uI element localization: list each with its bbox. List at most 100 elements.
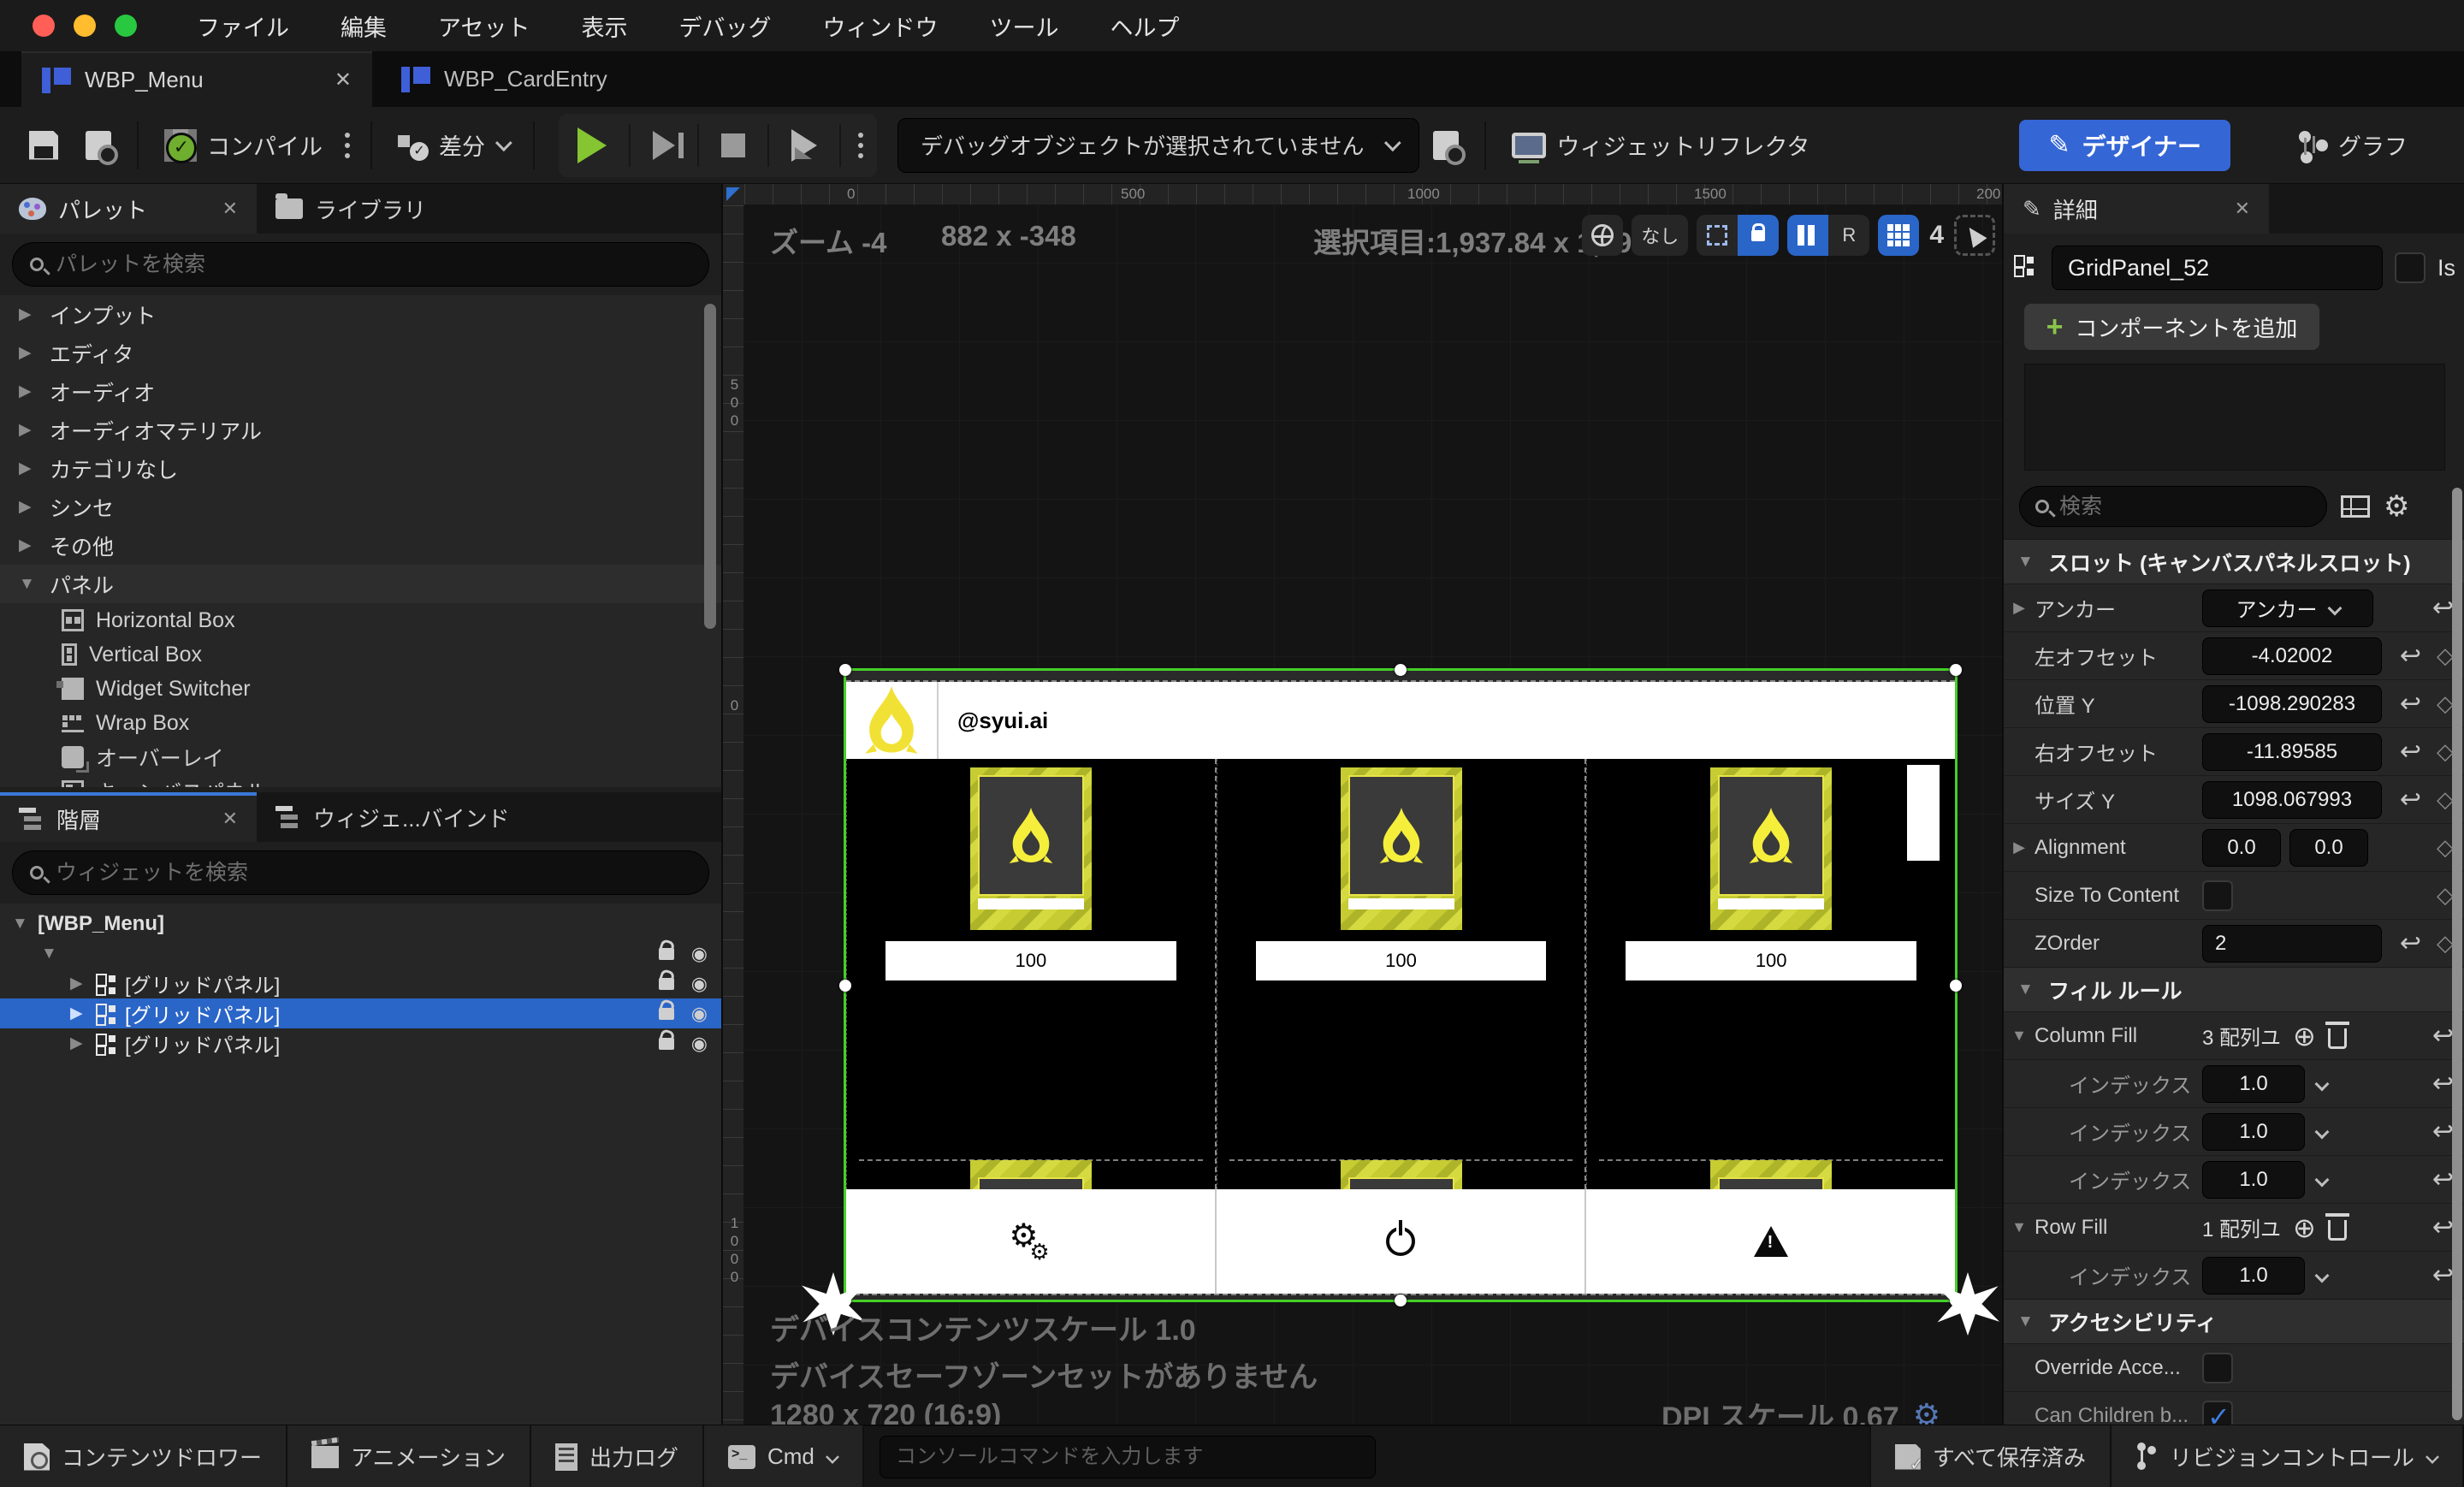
play-button[interactable] xyxy=(564,116,620,175)
reset-icon[interactable]: ↩ xyxy=(2432,1117,2454,1146)
bind-diamond-icon[interactable]: ◇ xyxy=(2437,834,2454,861)
bind-diamond-icon[interactable]: ◇ xyxy=(2437,930,2454,957)
add-element-icon[interactable]: ⊕ xyxy=(2293,1020,2316,1052)
palette-item-widget-switcher[interactable]: Widget Switcher xyxy=(0,672,721,706)
reset-icon[interactable]: ↩ xyxy=(2432,593,2454,623)
details-search-input[interactable] xyxy=(2059,495,2311,519)
chevron-down-icon[interactable] xyxy=(2315,1268,2330,1283)
details-search[interactable] xyxy=(2019,486,2327,527)
chevron-down-icon[interactable] xyxy=(2315,1076,2330,1091)
expander-icon[interactable]: ▶ xyxy=(19,343,36,363)
designer-mode-button[interactable]: ✎デザイナー xyxy=(2019,120,2230,171)
expander-icon[interactable]: ▶ xyxy=(70,974,87,993)
tab-library[interactable]: ライブラリ xyxy=(257,184,445,234)
tab-wbp-cardentry[interactable]: WBP_CardEntry xyxy=(381,51,628,107)
expander-icon[interactable]: ▼ xyxy=(2017,1312,2035,1331)
palette-item-vertical-box[interactable]: Vertical Box xyxy=(0,637,721,672)
lock-icon[interactable] xyxy=(659,1008,674,1020)
section-fill-rules[interactable]: ▼フィル ルール xyxy=(2004,967,2464,1011)
revision-control-button[interactable]: リビジョンコントロール xyxy=(2112,1425,2464,1487)
lock-icon[interactable] xyxy=(659,1038,674,1050)
palette-category-panel[interactable]: ▼パネル xyxy=(0,565,721,603)
offset-right-field[interactable]: -11.89585 xyxy=(2202,733,2382,771)
menu-debug[interactable]: デバッグ xyxy=(653,9,797,43)
tab-widget-bind[interactable]: ウィジェ...バインド xyxy=(257,792,529,842)
console-command-input[interactable] xyxy=(896,1445,1359,1469)
cursor-select-button[interactable] xyxy=(1954,215,1995,256)
bind-diamond-icon[interactable]: ◇ xyxy=(2437,643,2454,669)
save-button[interactable] xyxy=(15,116,72,175)
cmd-dropdown[interactable]: Cmd xyxy=(704,1425,864,1487)
resize-handle[interactable] xyxy=(1395,664,1407,676)
diff-button[interactable]: 差分 xyxy=(384,116,521,175)
widget-preview-selection[interactable]: @syui.ai 100 xyxy=(844,668,1958,1302)
debug-browse-button[interactable] xyxy=(1419,116,1472,175)
settings-gear-icon[interactable]: ⚙ xyxy=(2384,489,2409,524)
reset-icon[interactable]: ↩ xyxy=(2400,928,2421,958)
index-field[interactable]: 1.0 xyxy=(2202,1161,2305,1199)
menu-help[interactable]: ヘルプ xyxy=(1084,9,1205,43)
expander-icon[interactable]: ▶ xyxy=(70,1004,87,1023)
bind-diamond-icon[interactable]: ◇ xyxy=(2437,738,2454,765)
alignment-x-field[interactable]: 0.0 xyxy=(2202,829,2281,867)
resize-handle[interactable] xyxy=(839,664,851,676)
offset-left-field[interactable]: -4.02002 xyxy=(2202,637,2382,675)
visibility-eye-icon[interactable]: ◉ xyxy=(691,1004,708,1023)
bind-diamond-icon[interactable]: ◇ xyxy=(2437,690,2454,717)
menu-view[interactable]: 表示 xyxy=(555,9,653,43)
display-filter-icon[interactable] xyxy=(2341,495,2370,518)
tree-row-grid-panel-1[interactable]: ▶ [グリッドパネル] ◉ xyxy=(0,969,721,998)
menu-window[interactable]: ウィンドウ xyxy=(797,9,963,43)
reset-icon[interactable]: ↩ xyxy=(2432,1069,2454,1099)
palette-scrollbar[interactable] xyxy=(704,304,716,629)
hierarchy-search-input[interactable] xyxy=(56,861,691,886)
palette-item-wrap-box[interactable]: Wrap Box xyxy=(0,706,721,740)
menu-asset[interactable]: アセット xyxy=(412,9,555,43)
tab-details[interactable]: ✎ 詳細 ✕ xyxy=(2004,184,2269,234)
size-to-content-checkbox[interactable] xyxy=(2202,880,2233,911)
expander-icon[interactable]: ▼ xyxy=(12,915,29,933)
eject-button[interactable] xyxy=(778,116,831,175)
animation-button[interactable]: アニメーション xyxy=(287,1425,531,1487)
palette-search-input[interactable] xyxy=(56,252,691,277)
close-icon[interactable]: ✕ xyxy=(2235,198,2250,220)
trash-icon[interactable] xyxy=(2328,1028,2347,1049)
hierarchy-search[interactable] xyxy=(12,850,709,895)
expander-icon[interactable]: ▶ xyxy=(19,459,36,478)
menu-edit[interactable]: 編集 xyxy=(315,9,412,43)
tree-row-grid-panel-3[interactable]: ▶ [グリッドパネル] ◉ xyxy=(0,1028,721,1058)
compile-options-icon[interactable] xyxy=(336,133,358,158)
visibility-eye-icon[interactable]: ◉ xyxy=(691,945,708,963)
palette-category-other[interactable]: ▶その他 xyxy=(0,526,721,565)
snap-grid-button[interactable] xyxy=(1878,215,1919,256)
selection-outline-button[interactable] xyxy=(1697,215,1738,256)
reset-icon[interactable]: ↩ xyxy=(2400,641,2421,671)
tab-hierarchy[interactable]: 階層 ✕ xyxy=(0,792,257,842)
index-field[interactable]: 1.0 xyxy=(2202,1113,2305,1151)
bind-diamond-icon[interactable]: ◇ xyxy=(2437,882,2454,909)
add-component-button[interactable]: + コンポーネントを追加 xyxy=(2024,304,2319,350)
respect-locks-button[interactable] xyxy=(1787,215,1828,256)
menu-file[interactable]: ファイル xyxy=(171,9,315,43)
all-saved-button[interactable]: すべて保存済み xyxy=(1869,1425,2112,1487)
anchor-dropdown[interactable]: アンカー xyxy=(2202,589,2373,627)
graph-mode-button[interactable]: グラフ xyxy=(2282,116,2421,175)
reset-icon[interactable]: ↩ xyxy=(2432,1260,2454,1290)
expander-icon[interactable]: ▼ xyxy=(2017,553,2035,572)
expander-icon[interactable]: ▶ xyxy=(70,1034,87,1053)
palette-category-uncategorized[interactable]: ▶カテゴリなし xyxy=(0,449,721,488)
alignment-y-field[interactable]: 0.0 xyxy=(2289,829,2368,867)
visibility-eye-icon[interactable]: ◉ xyxy=(691,1034,708,1053)
chevron-down-icon[interactable] xyxy=(2315,1172,2330,1187)
expander-icon[interactable]: ▶ xyxy=(19,305,36,324)
tab-wbp-menu[interactable]: WBP_Menu ✕ xyxy=(21,51,372,107)
maximize-window-button[interactable] xyxy=(115,15,137,37)
expander-icon[interactable]: ▶ xyxy=(2004,838,2035,856)
expander-icon[interactable]: ▶ xyxy=(19,382,36,401)
close-icon[interactable]: ✕ xyxy=(222,198,238,220)
section-slot[interactable]: ▼スロット (キャンバスパネルスロット) xyxy=(2004,539,2464,584)
position-y-field[interactable]: -1098.290283 xyxy=(2202,685,2382,723)
trash-icon[interactable] xyxy=(2328,1220,2347,1241)
reset-icon[interactable]: ↩ xyxy=(2432,1021,2454,1051)
palette-category-input[interactable]: ▶インプット xyxy=(0,295,721,334)
